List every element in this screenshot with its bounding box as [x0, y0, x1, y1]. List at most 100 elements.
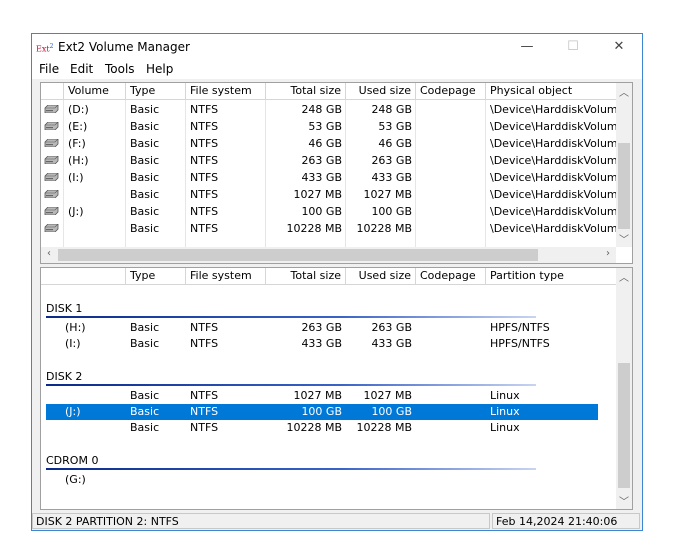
volume-list[interactable]: Volume Type File system Total size Used size… — [40, 82, 633, 264]
cell-type: Basic — [130, 103, 160, 116]
cell-total-size: 1027 MB — [293, 188, 342, 201]
window-title: Ext2 Volume Manager — [58, 40, 190, 54]
volume-row[interactable]: (I:) Basic NTFS 433 GB 433 GB \Device\Harddis… — [41, 169, 632, 186]
header-total-size[interactable]: Total size — [266, 83, 346, 100]
header-icon-column[interactable] — [41, 83, 64, 100]
header-type[interactable]: Type — [126, 83, 186, 100]
cell-type: Basic — [130, 389, 160, 402]
cell-file-system: NTFS — [190, 137, 219, 150]
cell-total-size: 46 GB — [308, 137, 342, 150]
cell-codepage — [416, 203, 486, 220]
menu-edit[interactable]: Edit — [70, 62, 93, 76]
header-total-size[interactable]: Total size — [266, 268, 346, 285]
disk-vertical-scrollbar[interactable]: ︿ ﹀ — [616, 268, 632, 509]
volume-vertical-scrollbar[interactable]: ︿ ﹀ — [616, 83, 632, 247]
header-file-system[interactable]: File system — [186, 268, 266, 285]
partition-row[interactable]: (I:) Basic NTFS 433 GB 433 GB HPFS/NTFS — [46, 336, 598, 352]
header-partition-type[interactable]: Partition type — [486, 268, 619, 285]
header-physical-object[interactable]: Physical object — [486, 83, 619, 100]
header-type[interactable]: Type — [126, 268, 186, 285]
cell-used-size: 10228 MB — [356, 421, 412, 434]
cell-total-size: 433 GB — [301, 171, 342, 184]
cell-physical-object: \Device\HarddiskVolume1 — [490, 222, 619, 235]
cell-type: Basic — [130, 337, 160, 350]
disk-title[interactable]: DISK 1 — [46, 302, 82, 315]
cell-used-size: 10228 MB — [356, 222, 412, 235]
menu-tools[interactable]: Tools — [105, 62, 135, 76]
scroll-down-icon[interactable]: ﹀ — [616, 231, 632, 246]
header-codepage[interactable]: Codepage — [416, 268, 486, 285]
scroll-up-icon[interactable]: ︿ — [616, 84, 632, 99]
cell-type: Basic — [130, 154, 160, 167]
cell-used-size: 100 GB — [371, 405, 412, 418]
cell-partition-type: HPFS/NTFS — [490, 337, 550, 350]
cell-physical-object: \Device\HarddiskVolume8 — [490, 154, 619, 167]
minimize-button[interactable]: — — [504, 34, 550, 59]
header-codepage[interactable]: Codepage — [416, 83, 486, 100]
volume-row[interactable]: Basic NTFS 10228 MB 10228 MB \Device\Harddis… — [41, 220, 632, 237]
cell-partition: (H:) — [65, 321, 86, 334]
maximize-button[interactable]: ☐ — [550, 34, 596, 59]
disk-list[interactable]: Type File system Total size Used size Codepa… — [40, 267, 633, 510]
cell-file-system: NTFS — [190, 171, 219, 184]
cell-volume — [64, 220, 126, 237]
disk-title[interactable]: CDROM 0 — [46, 454, 98, 467]
cell-total-size: 263 GB — [301, 154, 342, 167]
scroll-down-icon[interactable]: ﹀ — [616, 493, 632, 508]
scroll-up-icon[interactable]: ︿ — [616, 269, 632, 284]
title-bar[interactable]: Ext2 Ext2 Volume Manager — ☐ ✕ — [32, 34, 642, 59]
drive-icon — [41, 203, 64, 220]
cell-total-size: 10228 MB — [286, 222, 342, 235]
volume-row[interactable]: (D:) Basic NTFS 248 GB 248 GB \Device\Harddis… — [41, 101, 632, 118]
volume-row[interactable]: (E:) Basic NTFS 53 GB 53 GB \Device\HarddiskV… — [41, 118, 632, 135]
disk-bar — [46, 384, 536, 386]
header-volume[interactable]: Volume — [64, 83, 126, 100]
cell-volume — [64, 186, 126, 203]
main-window: Ext2 Ext2 Volume Manager — ☐ ✕ File Edit… — [31, 33, 643, 531]
cell-physical-object: \Device\HarddiskVolume5 — [490, 103, 619, 116]
scroll-thumb[interactable] — [618, 363, 630, 488]
volume-horizontal-scrollbar[interactable]: ‹ › — [41, 247, 616, 263]
cell-total-size: 100 GB — [301, 205, 342, 218]
cell-codepage — [416, 420, 486, 436]
disk-bar — [46, 316, 536, 318]
cell-physical-object: \Device\HarddiskVolume1 — [490, 205, 619, 218]
header-used-size[interactable]: Used size — [346, 268, 416, 285]
partition-row-selected[interactable]: (J:) Basic NTFS 100 GB 100 GB Linux — [46, 404, 598, 420]
volume-row[interactable]: (H:) Basic NTFS 263 GB 263 GB \Device\Harddis… — [41, 152, 632, 169]
app-icon: Ext2 — [36, 43, 54, 54]
cell-codepage — [416, 388, 486, 404]
partition-row[interactable]: Basic NTFS 1027 MB 1027 MB Linux — [46, 388, 598, 404]
cell-physical-object: \Device\HarddiskVolume1 — [490, 188, 619, 201]
cell-used-size: 1027 MB — [363, 188, 412, 201]
partition-row[interactable]: Basic NTFS 10228 MB 10228 MB Linux — [46, 420, 598, 436]
disk-title[interactable]: DISK 2 — [46, 370, 82, 383]
cell-volume: (F:) — [68, 137, 86, 150]
header-partition[interactable] — [41, 268, 126, 285]
cell-codepage — [416, 135, 486, 152]
cell-file-system — [186, 472, 266, 488]
menu-file[interactable]: File — [39, 62, 59, 76]
cell-codepage — [416, 472, 486, 488]
drive-icon — [41, 118, 64, 135]
cell-used-size: 248 GB — [371, 103, 412, 116]
menu-help[interactable]: Help — [146, 62, 173, 76]
close-button[interactable]: ✕ — [596, 34, 642, 59]
scroll-thumb[interactable] — [58, 249, 538, 261]
cell-physical-object: \Device\HarddiskVolume6 — [490, 120, 619, 133]
cell-codepage — [416, 220, 486, 237]
header-used-size[interactable]: Used size — [346, 83, 416, 100]
scroll-right-icon[interactable]: › — [600, 248, 616, 259]
partition-row[interactable]: (H:) Basic NTFS 263 GB 263 GB HPFS/NTFS — [46, 320, 598, 336]
scroll-thumb[interactable] — [618, 143, 630, 229]
volume-row[interactable]: (F:) Basic NTFS 46 GB 46 GB \Device\HarddiskV… — [41, 135, 632, 152]
volume-row[interactable]: Basic NTFS 1027 MB 1027 MB \Device\HarddiskV… — [41, 186, 632, 203]
cell-total-size: 53 GB — [308, 120, 342, 133]
status-bar: DISK 2 PARTITION 2: NTFS Feb 14,2024 21:… — [32, 512, 642, 530]
volume-row[interactable]: (J:) Basic NTFS 100 GB 100 GB \Device\Harddis… — [41, 203, 632, 220]
cell-file-system: NTFS — [190, 421, 219, 434]
header-file-system[interactable]: File system — [186, 83, 266, 100]
partition-row[interactable]: (G:) — [46, 472, 598, 488]
cell-used-size — [346, 472, 416, 488]
scroll-left-icon[interactable]: ‹ — [41, 248, 57, 259]
